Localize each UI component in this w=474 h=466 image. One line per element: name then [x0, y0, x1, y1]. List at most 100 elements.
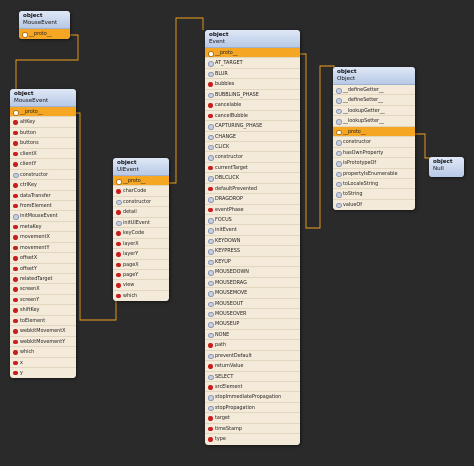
property-row[interactable]: stopImmediatePropagation [205, 392, 300, 403]
property-row[interactable]: CHANGE [205, 132, 300, 142]
property-row[interactable]: BUBBLING_PHASE [205, 90, 300, 101]
property-row[interactable]: defaultPrevented [205, 184, 300, 195]
property-row[interactable]: MOUSEDOWN [205, 267, 300, 278]
property-row[interactable]: pageY [113, 270, 169, 281]
property-row[interactable]: relatedTarget [10, 274, 76, 285]
property-row[interactable]: webkitMovementY [10, 337, 76, 348]
property-row[interactable]: valueOf [333, 200, 415, 210]
property-row[interactable]: initMouseEvent [10, 211, 76, 222]
property-row[interactable]: button [10, 128, 76, 139]
property-row[interactable]: detail [113, 207, 169, 218]
property-row[interactable]: clientY [10, 159, 76, 170]
property-row[interactable]: isPrototypeOf [333, 158, 415, 169]
property-row[interactable]: toString [333, 189, 415, 200]
property-row[interactable]: buttons [10, 138, 76, 149]
proto-property-row[interactable]: __proto__ [113, 176, 169, 187]
property-row[interactable]: DRAGDROP [205, 194, 300, 205]
property-row[interactable]: constructor [113, 197, 169, 208]
property-row[interactable]: dataTransfer [10, 191, 76, 201]
property-row[interactable]: SELECT [205, 372, 300, 382]
property-row[interactable]: y [10, 368, 76, 378]
node-mouseevent-proto[interactable]: object MouseEvent __proto__ [19, 11, 70, 40]
property-row[interactable]: NONE [205, 330, 300, 341]
property-name: KEYPRESS [215, 248, 240, 255]
property-row[interactable]: toElement [10, 316, 76, 327]
property-row[interactable]: KEYDOWN [205, 236, 300, 247]
property-row[interactable]: charCode [113, 186, 169, 197]
property-row[interactable]: __defineGetter__ [333, 85, 415, 96]
property-row[interactable]: altKey [10, 117, 76, 128]
property-row[interactable]: view [113, 280, 169, 291]
property-row[interactable]: layerY [113, 249, 169, 260]
value-dot-icon [13, 172, 19, 179]
property-name: isPrototypeOf [343, 160, 377, 167]
property-row[interactable]: layerX [113, 239, 169, 250]
property-row[interactable]: hasOwnProperty [333, 148, 415, 159]
property-row[interactable]: metaKey [10, 222, 76, 233]
property-row[interactable]: which [113, 291, 169, 301]
property-row[interactable]: __lookupSetter__ [333, 116, 415, 127]
property-row[interactable]: initUIEvent [113, 218, 169, 229]
property-row[interactable]: x [10, 358, 76, 368]
property-row[interactable]: cancelable [205, 100, 300, 111]
node-mouseevent[interactable]: object MouseEvent __proto__ altKey button b… [10, 89, 76, 379]
node-event[interactable]: object Event __proto__ AT_TARGET BLUR bubbl… [205, 30, 300, 445]
property-row[interactable]: eventPhase [205, 205, 300, 215]
property-row[interactable]: MOUSEMOVE [205, 288, 300, 299]
property-row[interactable]: screenX [10, 284, 76, 295]
property-row[interactable]: constructor [333, 137, 415, 148]
property-row[interactable]: fromElement [10, 201, 76, 212]
property-row[interactable]: path [205, 340, 300, 351]
property-row[interactable]: AT_TARGET [205, 58, 300, 69]
property-row[interactable]: stopPropagation [205, 403, 300, 414]
property-row[interactable]: KEYPRESS [205, 246, 300, 257]
property-row[interactable]: srcElement [205, 382, 300, 393]
proto-property-row[interactable]: __proto__ [333, 126, 415, 138]
property-row[interactable]: constructor [10, 170, 76, 181]
property-row[interactable]: __lookupGetter__ [333, 106, 415, 117]
proto-property-row[interactable]: __proto__ [19, 29, 70, 40]
property-row[interactable]: timeStamp [205, 424, 300, 435]
property-row[interactable]: shiftKey [10, 305, 76, 316]
property-row[interactable]: clientX [10, 149, 76, 160]
property-row[interactable]: which [10, 347, 76, 358]
property-row[interactable]: webkitMovementX [10, 326, 76, 337]
property-row[interactable]: toLocaleString [333, 179, 415, 190]
property-row[interactable]: DBLCLICK [205, 173, 300, 184]
property-row[interactable]: returnValue [205, 361, 300, 372]
property-row[interactable]: screenY [10, 295, 76, 306]
property-row[interactable]: __defineSetter__ [333, 95, 415, 106]
property-row[interactable]: bubbles [205, 79, 300, 90]
proto-property-row[interactable]: __proto__ [10, 107, 76, 118]
property-row[interactable]: cancelBubble [205, 111, 300, 122]
property-row[interactable]: BLUR [205, 69, 300, 80]
property-row[interactable]: MOUSEDRAG [205, 278, 300, 289]
property-row[interactable]: initEvent [205, 225, 300, 236]
property-row[interactable]: movementX [10, 232, 76, 243]
property-row[interactable]: preventDefault [205, 351, 300, 362]
property-row[interactable]: FOCUS [205, 215, 300, 226]
property-row[interactable]: KEYUP [205, 257, 300, 268]
property-row[interactable]: offsetY [10, 264, 76, 274]
property-row[interactable]: propertyIsEnumerable [333, 169, 415, 179]
property-row[interactable]: constructor [205, 152, 300, 163]
node-null[interactable]: object Null [429, 157, 464, 177]
property-row[interactable]: target [205, 413, 300, 424]
node-object[interactable]: object Object __defineGetter__ __defineSe… [333, 67, 415, 211]
property-row[interactable]: type [205, 434, 300, 444]
prototype-chain-diagram: object MouseEvent __proto__ object Mouse… [0, 0, 474, 466]
property-row[interactable]: CAPTURING_PHASE [205, 121, 300, 132]
property-row[interactable]: MOUSEOUT [205, 299, 300, 309]
property-row[interactable]: MOUSEUP [205, 319, 300, 330]
property-row[interactable]: pageX [113, 260, 169, 270]
proto-property-row[interactable]: __proto__ [205, 48, 300, 59]
property-name: MOUSEDOWN [215, 269, 249, 276]
property-row[interactable]: ctrlKey [10, 180, 76, 191]
property-row[interactable]: movementY [10, 243, 76, 254]
property-row[interactable]: currentTarget [205, 163, 300, 174]
property-row[interactable]: offsetX [10, 253, 76, 264]
property-row[interactable]: CLICK [205, 142, 300, 153]
node-uievent[interactable]: object UIEvent __proto__ charCode construc… [113, 158, 169, 302]
property-row[interactable]: keyCode [113, 228, 169, 239]
property-row[interactable]: MOUSEOVER [205, 309, 300, 320]
